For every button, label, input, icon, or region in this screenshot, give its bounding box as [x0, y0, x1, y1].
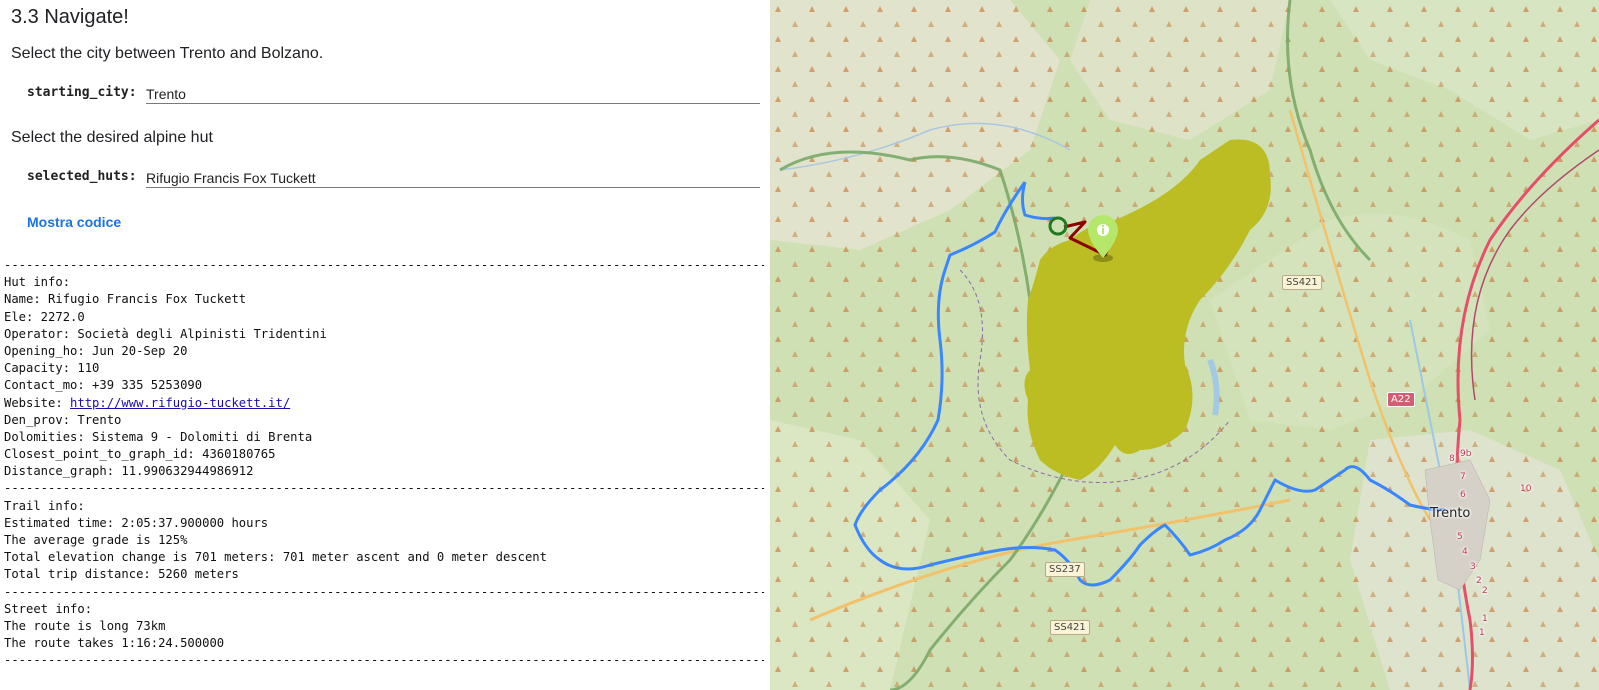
separator-line: ----------------------------------------…: [4, 584, 764, 599]
starting-city-input[interactable]: [146, 82, 760, 104]
km-marker: 2: [1482, 586, 1488, 596]
city-label-trento[interactable]: Trento: [1430, 506, 1470, 521]
hut-distance-line: Distance_graph: 11.990632944986912: [4, 464, 254, 479]
trail-elevation-line: Total elevation change is 701 meters: 70…: [4, 550, 547, 565]
road-label-ss421: SS421: [1050, 620, 1090, 635]
trail-distance-line: Total trip distance: 5260 meters: [4, 567, 239, 582]
hut-contact-line: Contact_mo: +39 335 5253090: [4, 378, 203, 393]
hut-elevation-line: Ele: 2272.0: [4, 309, 85, 324]
city-prompt: Select the city between Trento and Bolza…: [11, 45, 324, 62]
hut-prompt: Select the desired alpine hut: [11, 129, 213, 146]
km-marker: 8: [1449, 454, 1455, 464]
km-marker: 2: [1476, 576, 1482, 586]
km-marker: 9b: [1460, 449, 1472, 459]
notebook-output: 3.3 Navigate! Select the city between Tr…: [0, 0, 770, 690]
hut-operator-line: Operator: Società degli Alpinisti Triden…: [4, 326, 327, 341]
km-marker: 1: [1479, 628, 1485, 638]
street-duration-line: The route takes 1:16:24.500000: [4, 636, 225, 651]
starting-city-label: starting_city:: [27, 85, 137, 100]
road-label-ss421: SS421: [1282, 275, 1322, 290]
website-prefix: Website:: [4, 395, 71, 410]
km-marker: 7: [1460, 472, 1466, 482]
show-code-link[interactable]: Mostra codice: [27, 214, 121, 230]
selected-huts-label: selected_huts:: [27, 169, 137, 184]
separator-line: ----------------------------------------…: [4, 258, 764, 272]
km-marker: 1: [1482, 614, 1488, 624]
hut-name-line: Name: Rifugio Francis Fox Tuckett: [4, 292, 247, 307]
trail-grade-line: The average grade is 125%: [4, 533, 188, 547]
hut-capacity-line: Capacity: 110: [4, 361, 100, 376]
hut-dolomites-line: Dolomities: Sistema 9 - Dolomiti di Bren…: [4, 429, 313, 444]
section-title: 3.3 Navigate!: [11, 6, 129, 28]
motorway-label-a22: A22: [1387, 392, 1415, 407]
hut-website-line: Website: http://www.rifugio-tuckett.it/: [4, 395, 764, 412]
separator-line: ----------------------------------------…: [4, 653, 764, 668]
km-marker: 4: [1462, 547, 1468, 557]
hut-info-heading: Hut info:: [4, 275, 71, 290]
console-output: ----------------------------------------…: [4, 257, 764, 670]
km-marker: 6: [1460, 490, 1466, 500]
trail-time-line: Estimated time: 2:05:37.900000 hours: [4, 515, 269, 530]
selected-huts-field: selected_huts:: [27, 166, 770, 188]
starting-city-field: starting_city:: [27, 82, 770, 104]
route-map[interactable]: SS421 SS237 SS421 A22 Trento 9b 8 7 6 10…: [770, 0, 1599, 690]
hut-province-line: Den_prov: Trento: [4, 412, 122, 427]
km-marker: 5: [1457, 532, 1463, 542]
km-marker: 3: [1470, 562, 1476, 572]
km-marker: 10: [1520, 484, 1532, 494]
map-canvas[interactable]: [770, 0, 1599, 690]
website-link[interactable]: http://www.rifugio-tuckett.it/: [70, 396, 290, 410]
separator-line: ----------------------------------------…: [4, 481, 764, 496]
trail-info-heading: Trail info:: [4, 498, 85, 513]
road-label-ss237: SS237: [1045, 562, 1085, 577]
street-info-heading: Street info:: [4, 601, 93, 616]
street-length-line: The route is long 73km: [4, 618, 166, 633]
hut-opening-line: Opening_ho: Jun 20-Sep 20: [4, 343, 188, 358]
selected-huts-input[interactable]: [146, 166, 760, 188]
hut-graph-id-line: Closest_point_to_graph_id: 4360180765: [4, 447, 276, 462]
